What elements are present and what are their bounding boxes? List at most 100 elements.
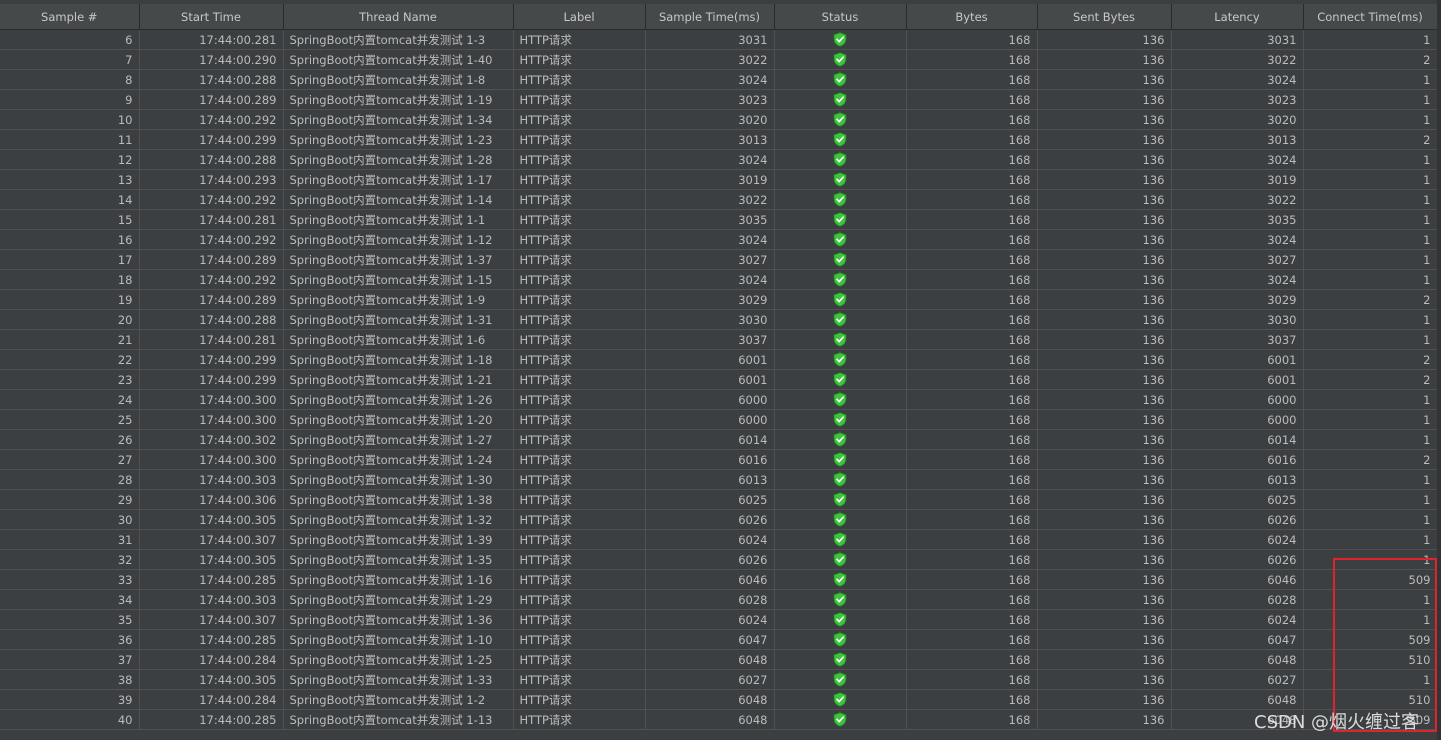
connect-time-cell: 1	[1303, 489, 1438, 510]
table-row[interactable]: 26 17:44:00.302 SpringBoot内置tomcat并发测试 1-2…	[0, 429, 1438, 450]
sent-bytes-cell: 136	[1037, 529, 1172, 550]
table-row[interactable]: 33 17:44:00.285 SpringBoot内置tomcat并发测试 1-1…	[0, 569, 1438, 590]
table-row[interactable]: 16 17:44:00.292 SpringBoot内置tomcat并发测试 1-1…	[0, 229, 1438, 250]
table-row[interactable]: 27 17:44:00.300 SpringBoot内置tomcat并发测试 1-2…	[0, 449, 1438, 470]
start-time-cell: 17:44:00.303	[139, 589, 284, 610]
sample-number-cell: 38	[0, 669, 140, 690]
table-row[interactable]: 37 17:44:00.284 SpringBoot内置tomcat并发测试 1-2…	[0, 649, 1438, 670]
status-cell	[774, 429, 907, 450]
sample-time-cell: 3023	[645, 89, 775, 110]
success-shield-icon	[833, 632, 847, 647]
sample-number-cell: 16	[0, 229, 140, 250]
column-header-start-time[interactable]: Start Time	[139, 4, 284, 30]
sample-time-cell: 6001	[645, 349, 775, 370]
connect-time-cell: 1	[1303, 89, 1438, 110]
table-row[interactable]: 31 17:44:00.307 SpringBoot内置tomcat并发测试 1-3…	[0, 529, 1438, 550]
bytes-cell: 168	[906, 49, 1038, 70]
table-row[interactable]: 14 17:44:00.292 SpringBoot内置tomcat并发测试 1-1…	[0, 189, 1438, 210]
table-row[interactable]: 7 17:44:00.290 SpringBoot内置tomcat并发测试 1-40…	[0, 49, 1438, 70]
status-cell	[774, 289, 907, 310]
bytes-cell: 168	[906, 289, 1038, 310]
column-header-latency[interactable]: Latency	[1171, 4, 1304, 30]
sent-bytes-cell: 136	[1037, 229, 1172, 250]
table-row[interactable]: 18 17:44:00.292 SpringBoot内置tomcat并发测试 1-1…	[0, 269, 1438, 290]
latency-cell: 6048	[1171, 649, 1304, 670]
sample-time-cell: 6048	[645, 709, 775, 730]
table-row[interactable]: 12 17:44:00.288 SpringBoot内置tomcat并发测试 1-2…	[0, 149, 1438, 170]
bytes-cell: 168	[906, 429, 1038, 450]
sample-time-cell: 3024	[645, 229, 775, 250]
table-row[interactable]: 21 17:44:00.281 SpringBoot内置tomcat并发测试 1-6…	[0, 329, 1438, 350]
table-row[interactable]: 19 17:44:00.289 SpringBoot内置tomcat并发测试 1-9…	[0, 289, 1438, 310]
thread-name-cell: SpringBoot内置tomcat并发测试 1-35	[283, 549, 514, 570]
column-header-sent-bytes[interactable]: Sent Bytes	[1037, 4, 1172, 30]
success-shield-icon	[833, 52, 847, 67]
connect-time-cell: 1	[1303, 509, 1438, 530]
table-row[interactable]: 24 17:44:00.300 SpringBoot内置tomcat并发测试 1-2…	[0, 389, 1438, 410]
sample-time-cell: 3029	[645, 289, 775, 310]
sample-time-cell: 6016	[645, 449, 775, 470]
success-shield-icon	[833, 692, 847, 707]
start-time-cell: 17:44:00.303	[139, 469, 284, 490]
table-row[interactable]: 30 17:44:00.305 SpringBoot内置tomcat并发测试 1-3…	[0, 509, 1438, 530]
label-cell: HTTP请求	[513, 249, 646, 270]
success-shield-icon	[833, 152, 847, 167]
connect-time-cell: 1	[1303, 589, 1438, 610]
column-header-label[interactable]: Label	[513, 4, 646, 30]
column-header-bytes[interactable]: Bytes	[906, 4, 1038, 30]
sample-number-cell: 18	[0, 269, 140, 290]
table-row[interactable]: 9 17:44:00.289 SpringBoot内置tomcat并发测试 1-19…	[0, 89, 1438, 110]
bytes-cell: 168	[906, 29, 1038, 50]
status-cell	[774, 269, 907, 290]
start-time-cell: 17:44:00.281	[139, 209, 284, 230]
column-header-sample-time[interactable]: Sample Time(ms)	[645, 4, 775, 30]
column-header-status[interactable]: Status	[774, 4, 907, 30]
sample-number-cell: 26	[0, 429, 140, 450]
bytes-cell: 168	[906, 689, 1038, 710]
table-row[interactable]: 6 17:44:00.281 SpringBoot内置tomcat并发测试 1-3 H…	[0, 29, 1438, 50]
start-time-cell: 17:44:00.288	[139, 149, 284, 170]
latency-cell: 6047	[1171, 629, 1304, 650]
latency-cell: 3031	[1171, 29, 1304, 50]
sent-bytes-cell: 136	[1037, 689, 1172, 710]
table-row[interactable]: 36 17:44:00.285 SpringBoot内置tomcat并发测试 1-1…	[0, 629, 1438, 650]
table-row[interactable]: 15 17:44:00.281 SpringBoot内置tomcat并发测试 1-1…	[0, 209, 1438, 230]
table-row[interactable]: 29 17:44:00.306 SpringBoot内置tomcat并发测试 1-3…	[0, 489, 1438, 510]
table-row[interactable]: 28 17:44:00.303 SpringBoot内置tomcat并发测试 1-3…	[0, 469, 1438, 490]
latency-cell: 6000	[1171, 389, 1304, 410]
latency-cell: 6048	[1171, 689, 1304, 710]
table-row[interactable]: 13 17:44:00.293 SpringBoot内置tomcat并发测试 1-1…	[0, 169, 1438, 190]
status-cell	[774, 649, 907, 670]
column-header-connect-time[interactable]: Connect Time(ms)	[1303, 4, 1438, 30]
table-row[interactable]: 10 17:44:00.292 SpringBoot内置tomcat并发测试 1-3…	[0, 109, 1438, 130]
table-row[interactable]: 34 17:44:00.303 SpringBoot内置tomcat并发测试 1-2…	[0, 589, 1438, 610]
connect-time-cell: 1	[1303, 189, 1438, 210]
bytes-cell: 168	[906, 309, 1038, 330]
table-row[interactable]: 32 17:44:00.305 SpringBoot内置tomcat并发测试 1-3…	[0, 549, 1438, 570]
table-row[interactable]: 25 17:44:00.300 SpringBoot内置tomcat并发测试 1-2…	[0, 409, 1438, 430]
sample-time-cell: 6001	[645, 369, 775, 390]
sent-bytes-cell: 136	[1037, 349, 1172, 370]
column-header-thread-name[interactable]: Thread Name	[283, 4, 514, 30]
sample-number-cell: 8	[0, 69, 140, 90]
scrollbar-track[interactable]	[1437, 0, 1441, 740]
latency-cell: 3023	[1171, 89, 1304, 110]
table-row[interactable]: 8 17:44:00.288 SpringBoot内置tomcat并发测试 1-8 H…	[0, 69, 1438, 90]
table-row[interactable]: 20 17:44:00.288 SpringBoot内置tomcat并发测试 1-3…	[0, 309, 1438, 330]
column-header-sample[interactable]: Sample #	[0, 4, 140, 30]
table-row[interactable]: 22 17:44:00.299 SpringBoot内置tomcat并发测试 1-1…	[0, 349, 1438, 370]
status-cell	[774, 549, 907, 570]
table-row[interactable]: 39 17:44:00.284 SpringBoot内置tomcat并发测试 1-2…	[0, 689, 1438, 710]
connect-time-cell: 1	[1303, 269, 1438, 290]
sample-time-cell: 6026	[645, 509, 775, 530]
table-row[interactable]: 11 17:44:00.299 SpringBoot内置tomcat并发测试 1-2…	[0, 129, 1438, 150]
table-row[interactable]: 38 17:44:00.305 SpringBoot内置tomcat并发测试 1-3…	[0, 669, 1438, 690]
table-row[interactable]: 23 17:44:00.299 SpringBoot内置tomcat并发测试 1-2…	[0, 369, 1438, 390]
thread-name-cell: SpringBoot内置tomcat并发测试 1-25	[283, 649, 514, 670]
label-cell: HTTP请求	[513, 429, 646, 450]
table-row[interactable]: 35 17:44:00.307 SpringBoot内置tomcat并发测试 1-3…	[0, 609, 1438, 630]
status-cell	[774, 169, 907, 190]
table-row[interactable]: 17 17:44:00.289 SpringBoot内置tomcat并发测试 1-3…	[0, 249, 1438, 270]
sample-number-cell: 17	[0, 249, 140, 270]
table-row[interactable]: 40 17:44:00.285 SpringBoot内置tomcat并发测试 1-1…	[0, 709, 1438, 730]
